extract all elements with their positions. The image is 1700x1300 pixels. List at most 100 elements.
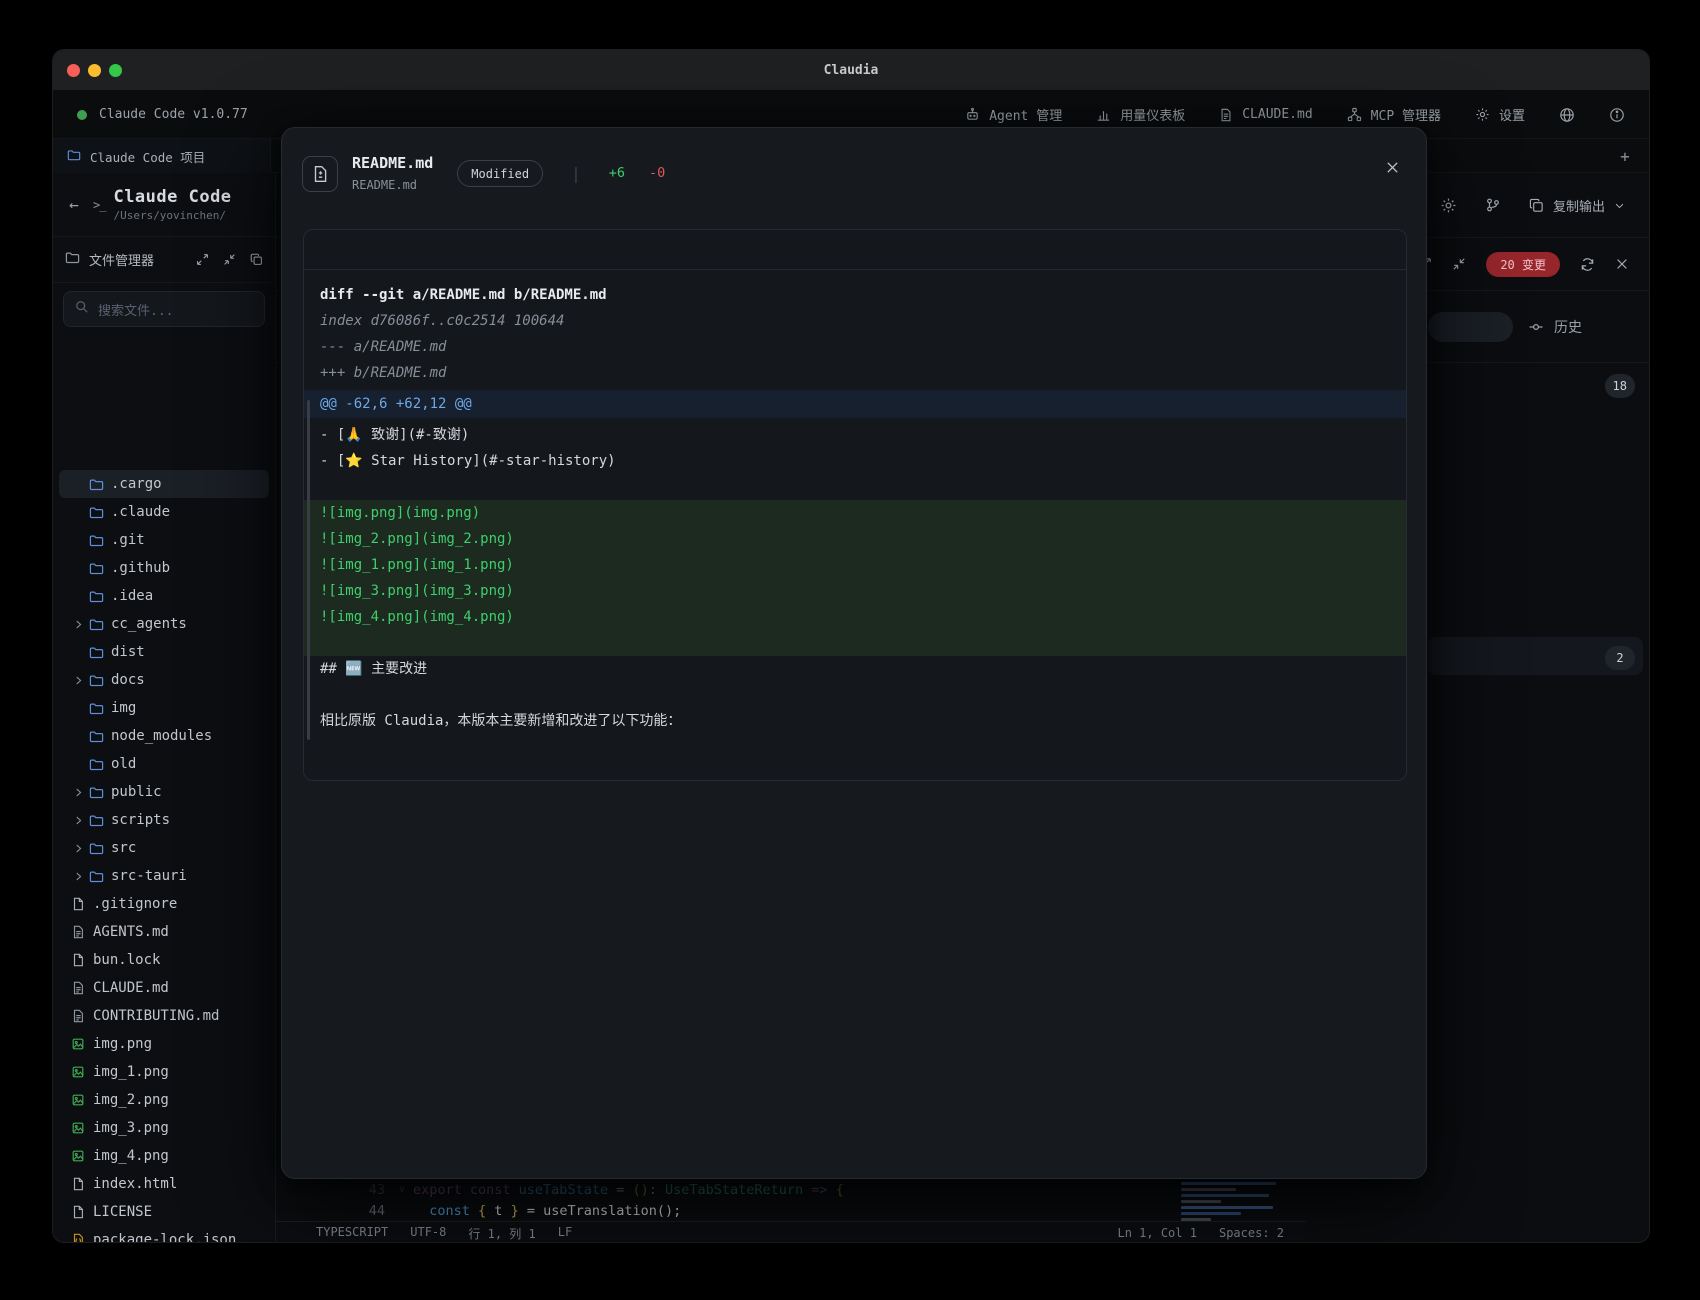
minimap-bar — [1181, 1188, 1236, 1191]
close-panel-icon[interactable] — [1615, 257, 1629, 271]
tree-item-.gitignore[interactable]: .gitignore — [59, 890, 269, 918]
tree-item-.claude[interactable]: .claude — [59, 498, 269, 526]
tree-item-label: .gitignore — [93, 896, 177, 912]
tree-item-img_3.png[interactable]: img_3.png — [59, 1114, 269, 1142]
file-manager-header: 文件管理器 — [53, 237, 275, 283]
folder-icon — [89, 757, 111, 772]
modified-badge: Modified — [457, 160, 543, 187]
chevron-right-icon[interactable] — [73, 619, 89, 630]
tree-item-cc_agents[interactable]: cc_agents — [59, 610, 269, 638]
diff-header-line: diff --git a/README.md b/README.md — [320, 282, 1390, 308]
diff-content: diff --git a/README.md b/README.mdindex … — [304, 270, 1406, 734]
tree-item-AGENTS.md[interactable]: AGENTS.md — [59, 918, 269, 946]
chevron-right-icon[interactable] — [73, 675, 89, 686]
tree-item-CLAUDE.md[interactable]: CLAUDE.md — [59, 974, 269, 1002]
chevron-right-icon[interactable] — [73, 843, 89, 854]
info-icon[interactable] — [1609, 107, 1625, 123]
copy-output-button[interactable]: 复制输出 — [1529, 196, 1625, 215]
close-window-button[interactable] — [67, 64, 80, 77]
close-modal-button[interactable] — [1385, 160, 1400, 179]
diff-scrollbar-thumb[interactable] — [307, 400, 310, 740]
tree-item-src[interactable]: src — [59, 834, 269, 862]
tree-item-label: CLAUDE.md — [93, 980, 169, 996]
refresh-icon[interactable] — [1580, 257, 1595, 272]
search-input[interactable]: 搜索文件... — [63, 291, 265, 327]
tree-item-old[interactable]: old — [59, 750, 269, 778]
nav-label: CLAUDE.md — [1242, 107, 1312, 122]
history-tab-label: 历史 — [1554, 317, 1582, 337]
editor-line-43[interactable]: 43∨export const useTabState = (): UseTab… — [276, 1179, 1306, 1200]
editor-minimap[interactable] — [1181, 1176, 1291, 1224]
tree-item-dist[interactable]: dist — [59, 638, 269, 666]
copy-icon[interactable] — [250, 253, 263, 266]
tree-item-public[interactable]: public — [59, 778, 269, 806]
chevron-down-icon — [1614, 200, 1625, 211]
git-branch-icon[interactable] — [1485, 197, 1501, 213]
project-path: /Users/yovinchen/ — [113, 209, 231, 222]
tree-item-.git[interactable]: .git — [59, 526, 269, 554]
nav-label: MCP 管理器 — [1371, 105, 1441, 124]
collapse-icon[interactable] — [1452, 257, 1466, 271]
tree-item-img_2.png[interactable]: img_2.png — [59, 1086, 269, 1114]
back-button[interactable]: ← — [63, 195, 85, 214]
tree-item-img.png[interactable]: img.png — [59, 1030, 269, 1058]
search-icon — [75, 300, 89, 318]
nav-item-robot[interactable]: Agent 管理 — [965, 105, 1062, 124]
chevron-right-icon[interactable] — [73, 871, 89, 882]
chevron-right-icon[interactable] — [73, 787, 89, 798]
changes-count-badge[interactable]: 20 变更 — [1486, 252, 1560, 277]
expand-panel-icon[interactable] — [196, 253, 209, 266]
zoom-window-button[interactable] — [109, 64, 122, 77]
diff-modal-header: README.md README.md Modified | +6 -0 — [282, 128, 1426, 229]
collapse-panel-icon[interactable] — [223, 253, 236, 266]
tree-item-CONTRIBUTING.md[interactable]: CONTRIBUTING.md — [59, 1002, 269, 1030]
tree-item-.cargo[interactable]: .cargo — [59, 470, 269, 498]
tree-item-bun.lock[interactable]: bun.lock — [59, 946, 269, 974]
folder-icon — [89, 785, 111, 800]
tree-item-img_1.png[interactable]: img_1.png — [59, 1058, 269, 1086]
tree-item-scripts[interactable]: scripts — [59, 806, 269, 834]
settings-gear-icon[interactable] — [1440, 197, 1457, 214]
tab-history[interactable]: 历史 — [1528, 291, 1582, 363]
editor-line-44[interactable]: 44 const { t } = useTranslation(); — [276, 1200, 1306, 1221]
tree-item-src-tauri[interactable]: src-tauri — [59, 862, 269, 890]
new-tab-button[interactable]: + — [1615, 146, 1635, 166]
globe-icon — [1559, 107, 1575, 123]
tree-item-node_modules[interactable]: node_modules — [59, 722, 269, 750]
nav-item-document[interactable]: CLAUDE.md — [1219, 107, 1312, 122]
tree-item-label: .claude — [111, 504, 170, 520]
chevron-right-icon[interactable] — [73, 815, 89, 826]
image-icon — [71, 1037, 93, 1051]
doc-icon — [71, 981, 93, 995]
nav-item-gear[interactable]: 设置 — [1475, 105, 1525, 124]
tree-item-package-lock.json[interactable]: package-lock.json — [59, 1226, 269, 1242]
tree-item-docs[interactable]: docs — [59, 666, 269, 694]
nav-item-network[interactable]: MCP 管理器 — [1347, 105, 1441, 124]
version-status: Claude Code v1.0.77 — [77, 107, 248, 122]
globe-icon[interactable] — [1559, 107, 1575, 123]
tree-item-label: img_3.png — [93, 1120, 169, 1136]
titlebar: Claudia — [53, 50, 1649, 91]
tree-item-img[interactable]: img — [59, 694, 269, 722]
tree-item-img_4.png[interactable]: img_4.png — [59, 1142, 269, 1170]
minimize-window-button[interactable] — [88, 64, 101, 77]
tree-item-LICENSE[interactable]: LICENSE — [59, 1198, 269, 1226]
nav-item-bar-chart[interactable]: 用量仪表板 — [1096, 105, 1185, 124]
folder-icon — [89, 589, 111, 604]
diff-meta-line: --- a/README.md — [320, 334, 1390, 360]
tree-item-.github[interactable]: .github — [59, 554, 269, 582]
changes-tab-button[interactable] — [1428, 312, 1513, 342]
code-editor[interactable]: 43∨export const useTabState = (): UseTab… — [276, 1179, 1306, 1221]
network-icon — [1347, 107, 1362, 122]
tab-claude-code-project[interactable]: Claude Code 项目 — [53, 139, 271, 173]
tree-item-.idea[interactable]: .idea — [59, 582, 269, 610]
tree-item-label: dist — [111, 644, 145, 660]
fold-icon[interactable]: ∨ — [391, 1184, 413, 1195]
minimap-bar — [1181, 1200, 1221, 1203]
folder-icon — [89, 561, 111, 576]
project-title: Claude Code — [113, 187, 231, 207]
file-manager-label: 文件管理器 — [89, 250, 154, 269]
image-icon — [71, 1121, 93, 1135]
tree-item-index.html[interactable]: index.html — [59, 1170, 269, 1198]
folder-icon — [89, 533, 111, 548]
